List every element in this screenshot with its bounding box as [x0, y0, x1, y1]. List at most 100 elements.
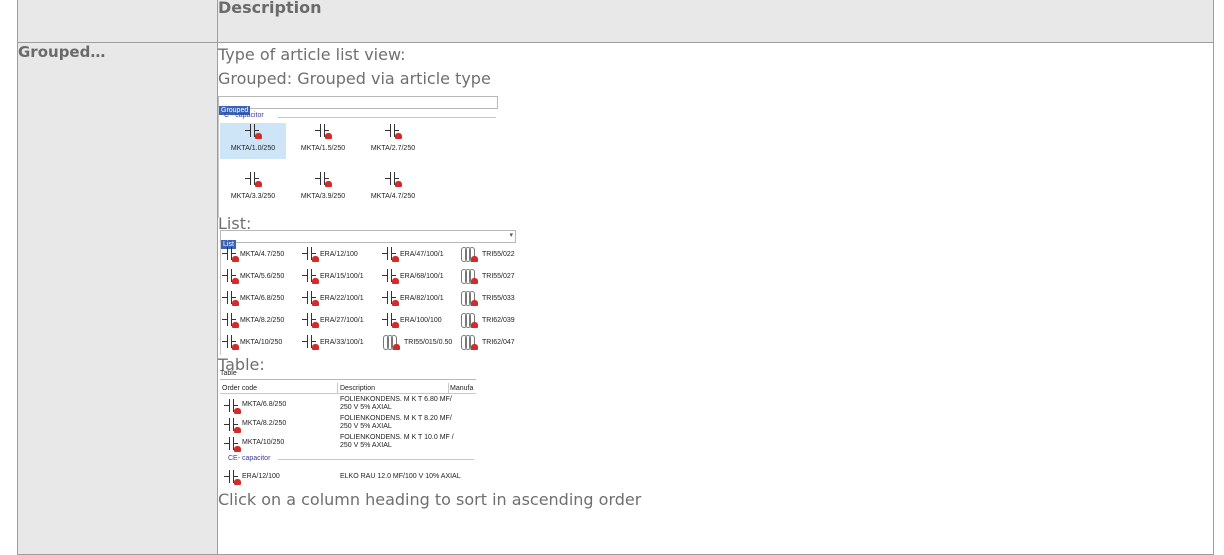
list-item[interactable]: ERA/82/100/1: [382, 290, 444, 306]
list-item[interactable]: TRI62/047: [460, 334, 515, 350]
chevron-down-icon[interactable]: ▾: [509, 231, 513, 239]
description-line: Click on a column heading to sort in asc…: [218, 490, 642, 509]
grouped-item-label: MKTA/4.7/250: [370, 193, 416, 200]
capacitor-icon: [222, 312, 239, 328]
column-divider: [337, 383, 338, 393]
capacitor-icon: [382, 268, 399, 284]
list-item[interactable]: MKTA/4.7/250: [222, 246, 284, 262]
coil-icon: [460, 246, 480, 262]
header-cell-empty: [17, 0, 218, 43]
table-row: Grouped… Type of article list view: Grou…: [17, 42, 1214, 555]
combo-selected-value: Table: [220, 370, 237, 377]
column-header-description[interactable]: Description: [340, 385, 375, 392]
list-item[interactable]: ERA/27/100/1: [302, 312, 364, 328]
list-item-label: ERA/68/100/1: [400, 272, 444, 280]
table-view-screenshot: Table Order code Description Manufa MKTA…: [220, 370, 476, 486]
list-item-label: TRI55/015/0.50: [404, 338, 453, 346]
row-order-code: ERA/12/100: [242, 473, 280, 480]
grouped-item[interactable]: MKTA/1.5/250: [290, 123, 356, 152]
list-item[interactable]: MKTA/6.8/250: [222, 290, 284, 306]
capacitor-icon: [382, 290, 399, 306]
document: Description Grouped… Type of article lis…: [0, 0, 1224, 555]
capacitor-icon: [245, 123, 262, 139]
list-item[interactable]: MKTA/10/250: [222, 334, 282, 350]
grouped-item[interactable]: MKTA/3.3/250: [220, 171, 286, 200]
group-divider: [278, 459, 474, 460]
grouped-item[interactable]: MKTA/4.7/250: [360, 171, 426, 200]
list-item-label: TRI62/039: [482, 316, 515, 324]
row-description: FOLIENKONDENS. M K T 10.0 MF /: [340, 434, 454, 441]
list-item-label: ERA/27/100/1: [320, 316, 364, 324]
coil-icon: [460, 290, 480, 306]
list-item[interactable]: ERA/68/100/1: [382, 268, 444, 284]
group-divider: [278, 117, 496, 118]
view-type-combo[interactable]: List ▾: [220, 230, 516, 249]
description-line: Type of article list view:: [218, 45, 406, 64]
grouped-item-label: MKTA/3.9/250: [300, 193, 346, 200]
capacitor-icon: [315, 123, 332, 139]
capacitor-icon: [224, 398, 241, 414]
row-description: FOLIENKONDENS. M K T 6.80 MF/: [340, 396, 452, 403]
group-title: C - capacitor: [224, 112, 264, 119]
column-header-manufacturer[interactable]: Manufa: [450, 385, 473, 392]
grouped-item[interactable]: MKTA/3.9/250: [290, 171, 356, 200]
description-line: Grouped: Grouped via article type: [218, 69, 491, 88]
capacitor-icon: [385, 171, 402, 187]
list-item-label: MKTA/4.7/250: [240, 250, 285, 258]
view-type-combo[interactable]: Grouped: [218, 96, 498, 115]
list-item[interactable]: TRI55/033: [460, 290, 515, 306]
list-item[interactable]: TRI55/027: [460, 268, 515, 284]
grouped-view-screenshot: Grouped C - capacitor MKTA/1.0/250 MKTA/…: [218, 96, 498, 218]
list-item[interactable]: ERA/33/100/1: [302, 334, 364, 350]
list-item-label: ERA/12/100: [320, 250, 358, 258]
list-item-label: TRI55/033: [482, 294, 515, 302]
list-item-label: MKTA/10/250: [240, 338, 283, 346]
list-item[interactable]: TRI55/022: [460, 246, 515, 262]
row-description: 250 V 5% AXIAL: [340, 423, 392, 430]
list-item[interactable]: ERA/12/100: [302, 246, 358, 262]
grouped-item-label: MKTA/2.7/250: [370, 145, 416, 152]
list-item-label: TRI55/027: [482, 272, 515, 280]
capacitor-icon: [222, 268, 239, 284]
list-item[interactable]: ERA/22/100/1: [302, 290, 364, 306]
list-item-label: MKTA/5.6/250: [240, 272, 285, 280]
grouped-item[interactable]: MKTA/1.0/250: [220, 123, 286, 159]
list-item-label: ERA/33/100/1: [320, 338, 364, 346]
capacitor-icon: [224, 417, 241, 433]
row-description: 250 V 5% AXIAL: [340, 442, 392, 449]
list-item-label: ERA/47/100/1: [400, 250, 444, 258]
list-item-label: MKTA/8.2/250: [240, 316, 285, 324]
coil-icon: [382, 334, 402, 350]
column-header-order-code[interactable]: Order code: [222, 385, 257, 392]
list-item[interactable]: TRI62/039: [460, 312, 515, 328]
group-title: CE- capacitor: [228, 455, 271, 462]
list-item-label: TRI55/022: [482, 250, 515, 258]
capacitor-icon: [222, 290, 239, 306]
coil-icon: [460, 334, 480, 350]
list-item[interactable]: ERA/47/100/1: [382, 246, 444, 262]
list-item[interactable]: ERA/100/100: [382, 312, 442, 328]
capacitor-icon: [382, 312, 399, 328]
capacitor-icon: [385, 123, 402, 139]
grouped-item-label: MKTA/1.0/250: [230, 145, 276, 152]
row-key-grouped: Grouped…: [17, 42, 218, 555]
list-item[interactable]: MKTA/8.2/250: [222, 312, 284, 328]
capacitor-icon: [382, 246, 399, 262]
table-section: Table: Table Order code Description Manu…: [218, 355, 478, 486]
row-description: ELKO RAU 12.0 MF/100 V 10% AXIAL: [340, 473, 461, 480]
row-description: 250 V 5% AXIAL: [340, 404, 392, 411]
list-item-label: MKTA/6.8/250: [240, 294, 285, 302]
header-divider: [220, 393, 476, 394]
list-item[interactable]: ERA/15/100/1: [302, 268, 364, 284]
row-description: FOLIENKONDENS. M K T 8.20 MF/: [340, 415, 452, 422]
list-item[interactable]: MKTA/5.6/250: [222, 268, 284, 284]
list-item[interactable]: TRI55/015/0.50: [382, 334, 452, 350]
list-item-label: ERA/82/100/1: [400, 294, 444, 302]
row-order-code: MKTA/6.8/250: [242, 401, 287, 408]
capacitor-icon: [224, 436, 241, 452]
grouped-item[interactable]: MKTA/2.7/250: [360, 123, 426, 152]
grouped-item-label: MKTA/1.5/250: [300, 145, 346, 152]
table-header-row: Description: [17, 0, 1214, 43]
view-type-combo[interactable]: Table: [220, 370, 476, 380]
list-item-label: TRI62/047: [482, 338, 515, 346]
